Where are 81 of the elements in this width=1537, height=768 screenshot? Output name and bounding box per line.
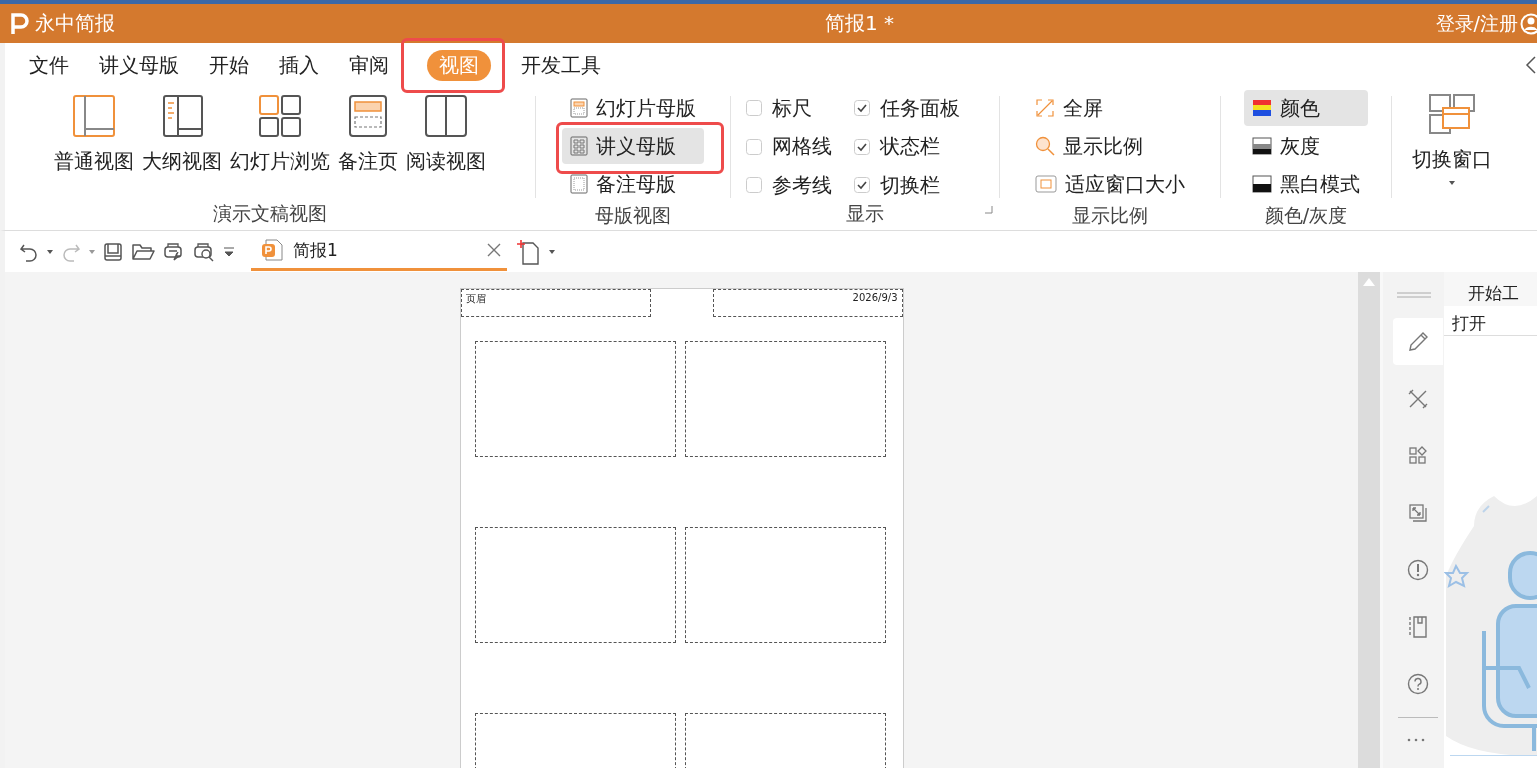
- layout-icon: [346, 94, 390, 138]
- zoom-button[interactable]: 适应窗口大小: [1027, 166, 1193, 202]
- group-label: 显示比例: [1072, 203, 1148, 228]
- page-icon: [570, 174, 588, 194]
- caret-icon: [1449, 181, 1455, 185]
- presentation-file-icon: [261, 239, 283, 261]
- page-icon: [570, 136, 588, 156]
- view-button[interactable]: 幻灯片浏览: [228, 94, 332, 200]
- view-button[interactable]: 大纲视图: [140, 94, 224, 200]
- checkbox[interactable]: 参考线: [746, 171, 854, 200]
- header-text: 页眉: [465, 293, 486, 304]
- color-mode-button[interactable]: 灰度: [1244, 128, 1368, 164]
- master-view-button[interactable]: 备注母版: [562, 166, 704, 202]
- print-preview-icon[interactable]: [193, 241, 215, 262]
- zoom-button[interactable]: 显示比例: [1027, 128, 1193, 164]
- alert-icon[interactable]: [1406, 558, 1429, 581]
- menu-tab[interactable]: 文件: [17, 50, 81, 81]
- date-text: 2026/9/3: [852, 292, 898, 303]
- panel-title: 开始工: [1444, 272, 1537, 306]
- help-icon[interactable]: [1406, 672, 1429, 695]
- fit-window-icon: [1035, 174, 1057, 194]
- chevron-left-icon[interactable]: [1525, 55, 1537, 75]
- color-mode-button[interactable]: 颜色: [1244, 90, 1368, 126]
- checkbox-icon: [746, 138, 762, 155]
- shapes-icon[interactable]: [1407, 445, 1428, 466]
- caret-icon[interactable]: [549, 249, 555, 254]
- checkbox[interactable]: 切换栏: [854, 171, 984, 200]
- group-label: 母版视图: [595, 203, 671, 228]
- bookmark-icon[interactable]: [1407, 614, 1428, 639]
- group-label: 颜色/灰度: [1264, 203, 1348, 228]
- more-icon[interactable]: [1406, 738, 1425, 742]
- group-label: 显示: [846, 201, 884, 226]
- checkbox-icon: [854, 100, 870, 116]
- checkbox-icon: [746, 177, 762, 194]
- print-icon[interactable]: [163, 241, 185, 262]
- checkbox[interactable]: 标尺: [746, 94, 854, 122]
- checkbox[interactable]: 状态栏: [854, 132, 984, 161]
- master-view-button[interactable]: 讲义母版: [562, 128, 704, 164]
- layout-icon: [72, 94, 116, 138]
- menu-tab[interactable]: 审阅: [337, 50, 401, 81]
- swatch-icon: [1252, 136, 1272, 156]
- checkbox[interactable]: 任务面板: [854, 94, 984, 122]
- logo-icon: [10, 12, 30, 35]
- switch-window-button[interactable]: 切换窗口: [1410, 88, 1494, 185]
- close-icon[interactable]: [487, 243, 501, 257]
- grip-icon[interactable]: [1396, 292, 1431, 298]
- menu-tab[interactable]: 插入: [267, 50, 331, 81]
- checkbox-icon: [854, 177, 870, 194]
- dropdown-icon[interactable]: [223, 246, 235, 257]
- menu-tab[interactable]: 开始: [197, 50, 261, 81]
- zoom-button[interactable]: 全屏: [1027, 90, 1193, 126]
- menu-tab[interactable]: 开发工具: [509, 50, 613, 81]
- search-icon: [1035, 136, 1055, 156]
- checkbox[interactable]: 网格线: [746, 132, 854, 161]
- view-button[interactable]: 普通视图: [52, 94, 136, 200]
- view-button[interactable]: 备注页: [336, 94, 400, 200]
- folder-icon[interactable]: [131, 241, 155, 262]
- swatch-icon: [1252, 174, 1272, 194]
- checkbox-icon: [854, 138, 870, 155]
- menu-tab[interactable]: 讲义母版: [87, 50, 191, 81]
- resize-icon[interactable]: [1407, 502, 1428, 523]
- app-name: 永中简报: [35, 10, 115, 37]
- color-mode-button[interactable]: 黑白模式: [1244, 166, 1368, 202]
- expand-icon: [1035, 98, 1055, 118]
- page-icon: [570, 98, 588, 118]
- new-document-icon[interactable]: [515, 238, 541, 265]
- swatch-icon: [1252, 98, 1272, 118]
- layout-icon: [160, 94, 204, 138]
- caret-icon[interactable]: [47, 249, 53, 254]
- group-label: 演示文稿视图: [213, 201, 327, 226]
- layout-icon: [424, 94, 468, 138]
- section-heading: 打开: [1444, 306, 1537, 336]
- view-button[interactable]: 阅读视图: [404, 94, 488, 200]
- checkbox-icon: [746, 100, 762, 116]
- grid-icon: [258, 94, 302, 138]
- master-view-button[interactable]: 幻灯片母版: [562, 90, 704, 126]
- window-title: 简报1 *: [825, 10, 895, 37]
- save-icon[interactable]: [103, 241, 123, 262]
- user-icon[interactable]: [1520, 12, 1537, 35]
- tool-tab[interactable]: [1392, 318, 1443, 365]
- scrollbar[interactable]: [1358, 272, 1380, 768]
